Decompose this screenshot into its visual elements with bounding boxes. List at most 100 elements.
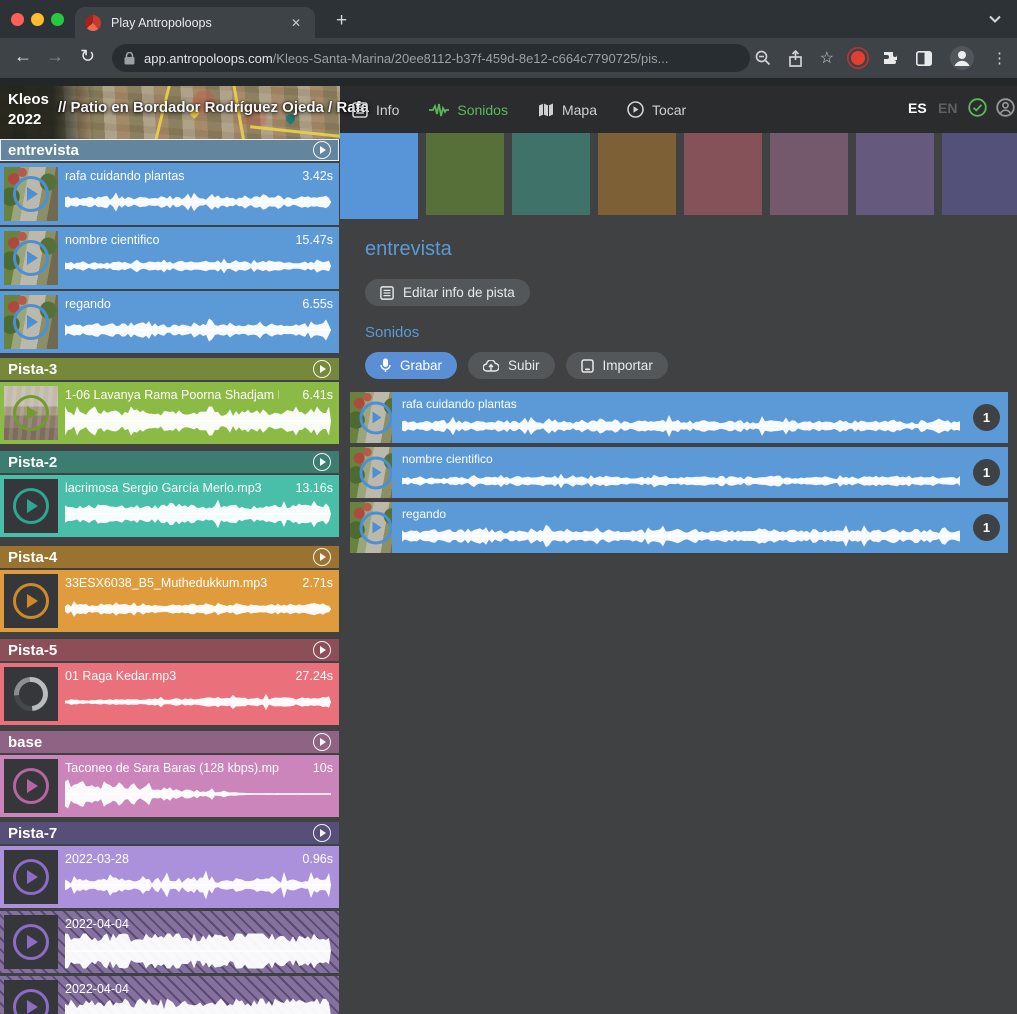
play-ring-icon[interactable] bbox=[13, 989, 49, 1014]
track-sound-row-pending[interactable]: 2022-04-04 bbox=[0, 911, 339, 973]
nav-mapa-label: Mapa bbox=[562, 102, 597, 118]
track-color-block-entrevista[interactable] bbox=[340, 133, 418, 219]
nav-info[interactable]: Info bbox=[352, 102, 399, 118]
sound-thumbnail[interactable] bbox=[4, 980, 58, 1014]
browser-avatar-icon[interactable] bbox=[949, 45, 975, 71]
sound-count-badge: 1 bbox=[973, 404, 1000, 431]
browser-tab[interactable]: Play Antropoloops ✕ bbox=[75, 7, 315, 38]
sound-row-body[interactable]: rafa cuidando plantas 1 bbox=[392, 392, 1008, 443]
track-color-block-pista3[interactable] bbox=[426, 133, 504, 215]
share-icon[interactable] bbox=[788, 50, 803, 67]
browser-menu-icon[interactable]: ⋮ bbox=[992, 49, 1007, 67]
tab-search-chevron-icon[interactable] bbox=[989, 15, 1001, 23]
track-section-header-base[interactable]: base bbox=[0, 731, 339, 753]
track-section-header-pista7[interactable]: Pista-7 bbox=[0, 822, 339, 844]
track-color-block-pista2[interactable] bbox=[512, 133, 590, 215]
track-color-block-pista4[interactable] bbox=[598, 133, 676, 215]
record-extension-icon[interactable] bbox=[851, 51, 865, 65]
forward-button[interactable]: → bbox=[46, 46, 64, 67]
track-sound-row[interactable]: regando 6.55s bbox=[0, 291, 339, 353]
play-ring-icon[interactable] bbox=[13, 924, 49, 960]
track-sound-row[interactable]: rafa cuidando plantas 3.42s bbox=[0, 163, 339, 225]
track-sound-row-pending[interactable]: 2022-04-04 bbox=[0, 976, 339, 1014]
bookmark-star-icon[interactable]: ☆ bbox=[820, 48, 834, 68]
saved-check-icon[interactable] bbox=[968, 98, 987, 117]
track-play-button[interactable] bbox=[313, 360, 331, 378]
upload-button[interactable]: Subir bbox=[468, 352, 555, 379]
track-sound-row[interactable]: 01 Raga Kedar.mp3 27.24s bbox=[0, 663, 339, 725]
extensions-puzzle-icon[interactable] bbox=[882, 50, 899, 67]
sound-thumbnail[interactable] bbox=[4, 231, 58, 285]
play-ring-icon[interactable] bbox=[13, 768, 49, 804]
account-icon[interactable] bbox=[996, 98, 1015, 117]
sound-thumbnail[interactable] bbox=[4, 915, 58, 969]
macos-minimize-button[interactable] bbox=[31, 13, 44, 26]
play-ring-icon[interactable] bbox=[13, 859, 49, 895]
track-sound-row[interactable]: nombre cientifico 15.47s bbox=[0, 227, 339, 289]
track-section-header-pista5[interactable]: Pista-5 bbox=[0, 639, 339, 661]
track-play-button[interactable] bbox=[313, 641, 331, 659]
track-section-header-pista4[interactable]: Pista-4 bbox=[0, 546, 339, 568]
lang-es-button[interactable]: ES bbox=[908, 100, 927, 116]
sound-thumbnail[interactable] bbox=[4, 759, 58, 813]
track-color-block-pista5[interactable] bbox=[684, 133, 762, 215]
sound-thumbnail[interactable] bbox=[4, 574, 58, 628]
play-ring-icon[interactable] bbox=[13, 304, 49, 340]
play-ring-icon[interactable] bbox=[13, 583, 49, 619]
play-ring-icon[interactable] bbox=[13, 395, 49, 431]
lang-en-button[interactable]: EN bbox=[938, 100, 957, 116]
track-section-header-pista2[interactable]: Pista-2 bbox=[0, 451, 339, 473]
zoom-icon[interactable] bbox=[755, 50, 771, 66]
import-button[interactable]: Importar bbox=[566, 352, 668, 379]
track-sound-row[interactable]: lacrimosa Sergio García Merlo.mp3 13.16s bbox=[0, 475, 339, 537]
sound-row-body[interactable]: nombre cientifico 1 bbox=[392, 447, 1008, 498]
play-ring-icon[interactable] bbox=[13, 488, 49, 524]
record-button[interactable]: Grabar bbox=[365, 352, 457, 379]
sound-thumbnail[interactable] bbox=[4, 386, 58, 440]
track-section-header-pista3[interactable]: Pista-3 bbox=[0, 358, 339, 380]
url-bar[interactable]: app.antropoloops.com/Kleos-Santa-Marina/… bbox=[112, 44, 750, 72]
track-play-button[interactable] bbox=[313, 141, 331, 159]
play-ring-icon[interactable] bbox=[13, 240, 49, 276]
sound-row[interactable]: rafa cuidando plantas 1 bbox=[350, 392, 1008, 443]
tab-close-icon[interactable]: ✕ bbox=[287, 14, 305, 32]
edit-track-info-button[interactable]: Editar info de pista bbox=[365, 279, 530, 306]
sound-row[interactable]: regando 1 bbox=[350, 502, 1008, 553]
track-play-button[interactable] bbox=[313, 453, 331, 471]
nav-sonidos[interactable]: Sonidos bbox=[429, 102, 508, 118]
track-sound-row[interactable]: 33ESX6038_B5_Muthedukkum.mp3 2.71s bbox=[0, 570, 339, 632]
nav-tocar[interactable]: Tocar bbox=[627, 101, 686, 118]
play-ring-icon[interactable] bbox=[359, 511, 392, 544]
macos-zoom-button[interactable] bbox=[51, 13, 64, 26]
play-circle-icon bbox=[627, 101, 644, 118]
sound-thumbnail[interactable] bbox=[4, 167, 58, 221]
new-tab-button[interactable]: + bbox=[330, 8, 353, 34]
track-play-button[interactable] bbox=[313, 733, 331, 751]
track-sound-row[interactable]: Taconeo de Sara Baras (128 kbps).mp3 10s bbox=[0, 755, 339, 817]
track-sound-row[interactable]: 2022-03-28 0.96s bbox=[0, 846, 339, 908]
sound-thumbnail-loading[interactable] bbox=[4, 667, 58, 721]
sound-row-body[interactable]: regando 1 bbox=[392, 502, 1008, 553]
sound-thumbnail[interactable] bbox=[4, 295, 58, 349]
macos-close-button[interactable] bbox=[11, 13, 24, 26]
track-color-block-pista7[interactable] bbox=[856, 133, 934, 215]
sound-thumbnail[interactable] bbox=[4, 850, 58, 904]
play-ring-icon[interactable] bbox=[13, 176, 49, 212]
info-list-icon bbox=[352, 102, 368, 118]
track-play-button[interactable] bbox=[313, 824, 331, 842]
back-button[interactable]: ← bbox=[14, 46, 32, 67]
play-ring-icon[interactable] bbox=[359, 401, 392, 434]
sound-count-badge: 1 bbox=[973, 514, 1000, 541]
sound-thumbnail[interactable] bbox=[4, 479, 58, 533]
sound-name: rafa cuidando plantas bbox=[65, 169, 279, 183]
sound-row[interactable]: nombre cientifico 1 bbox=[350, 447, 1008, 498]
track-color-block-base[interactable] bbox=[770, 133, 848, 215]
play-ring-icon[interactable] bbox=[359, 456, 392, 489]
reload-button[interactable]: ↻ bbox=[80, 46, 95, 67]
track-sound-row[interactable]: 1-06 Lavanya Rama Poorna Shadjam Rupak..… bbox=[0, 382, 339, 444]
track-section-header-entrevista[interactable]: entrevista bbox=[0, 139, 339, 161]
side-panel-icon[interactable] bbox=[916, 51, 932, 66]
nav-mapa[interactable]: Mapa bbox=[538, 102, 597, 118]
track-play-button[interactable] bbox=[313, 548, 331, 566]
track-color-block-8[interactable] bbox=[942, 133, 1017, 215]
